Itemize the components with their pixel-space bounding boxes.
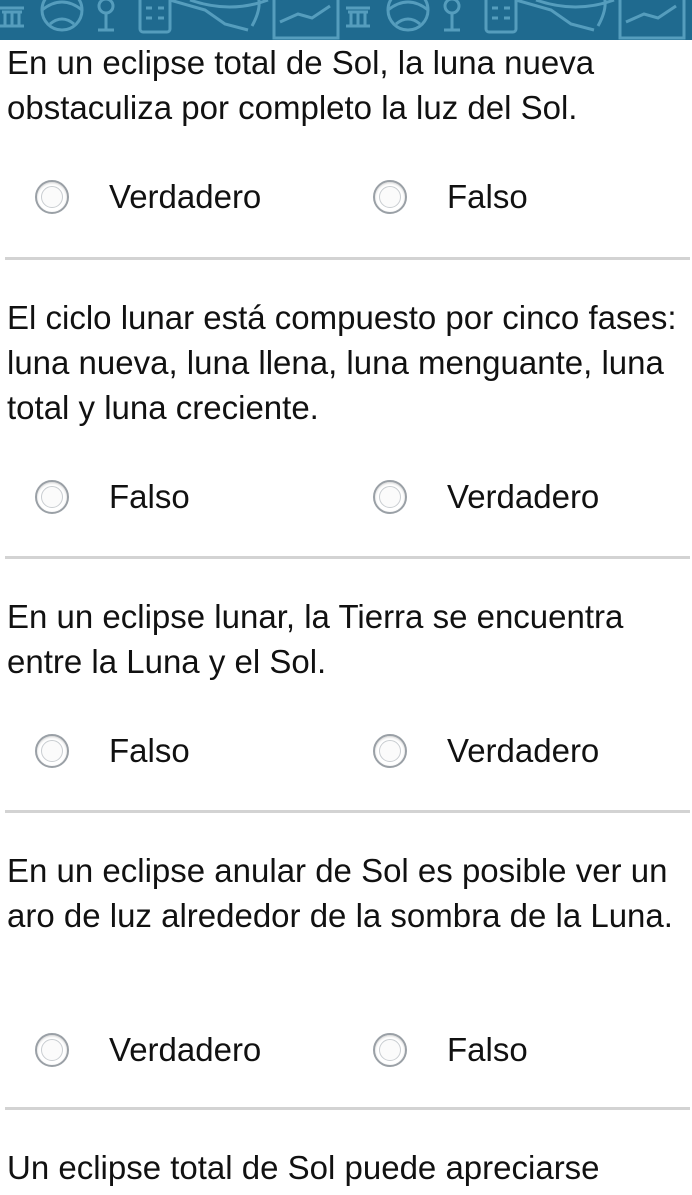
question-4-option-verdadero[interactable]: Verdadero — [35, 1030, 261, 1070]
radio-button[interactable] — [35, 1033, 69, 1067]
question-1-text: En un eclipse total de Sol, la luna nuev… — [7, 44, 595, 126]
question-5-text: Un eclipse total de Sol puede apreciarse — [7, 1149, 600, 1186]
question-3-option-verdadero[interactable]: Verdadero — [373, 731, 599, 771]
header-banner — [0, 0, 692, 40]
divider — [5, 1107, 690, 1110]
question-4-option-falso[interactable]: Falso — [373, 1030, 528, 1070]
option-label: Verdadero — [109, 178, 262, 215]
divider — [5, 257, 690, 260]
radio-button[interactable] — [373, 480, 407, 514]
question-2-option-falso[interactable]: Falso — [35, 477, 190, 517]
question-1-option-falso[interactable]: Falso — [373, 177, 528, 217]
radio-button[interactable] — [373, 734, 407, 768]
divider — [5, 556, 690, 559]
option-label: Verdadero — [109, 1031, 262, 1068]
option-label: Falso — [109, 732, 190, 769]
radio-button[interactable] — [35, 180, 69, 214]
radio-button[interactable] — [373, 180, 407, 214]
radio-button[interactable] — [35, 480, 69, 514]
question-1-option-verdadero[interactable]: Verdadero — [35, 177, 261, 217]
question-4-text: En un eclipse anular de Sol es posible v… — [7, 852, 673, 934]
bank-icon — [346, 6, 370, 28]
option-label: Falso — [447, 1031, 528, 1068]
divider — [5, 810, 690, 813]
option-label: Verdadero — [447, 732, 600, 769]
option-label: Verdadero — [447, 478, 600, 515]
question-2-option-verdadero[interactable]: Verdadero — [373, 477, 599, 517]
radio-button[interactable] — [35, 734, 69, 768]
question-3-option-falso[interactable]: Falso — [35, 731, 190, 771]
question-2-text: El ciclo lunar está compuesto por cinco … — [7, 299, 677, 426]
radio-button[interactable] — [373, 1033, 407, 1067]
option-label: Falso — [447, 178, 528, 215]
bank-icon — [0, 6, 24, 28]
option-label: Falso — [109, 478, 190, 515]
question-3-text: En un eclipse lunar, la Tierra se encuen… — [7, 598, 624, 680]
